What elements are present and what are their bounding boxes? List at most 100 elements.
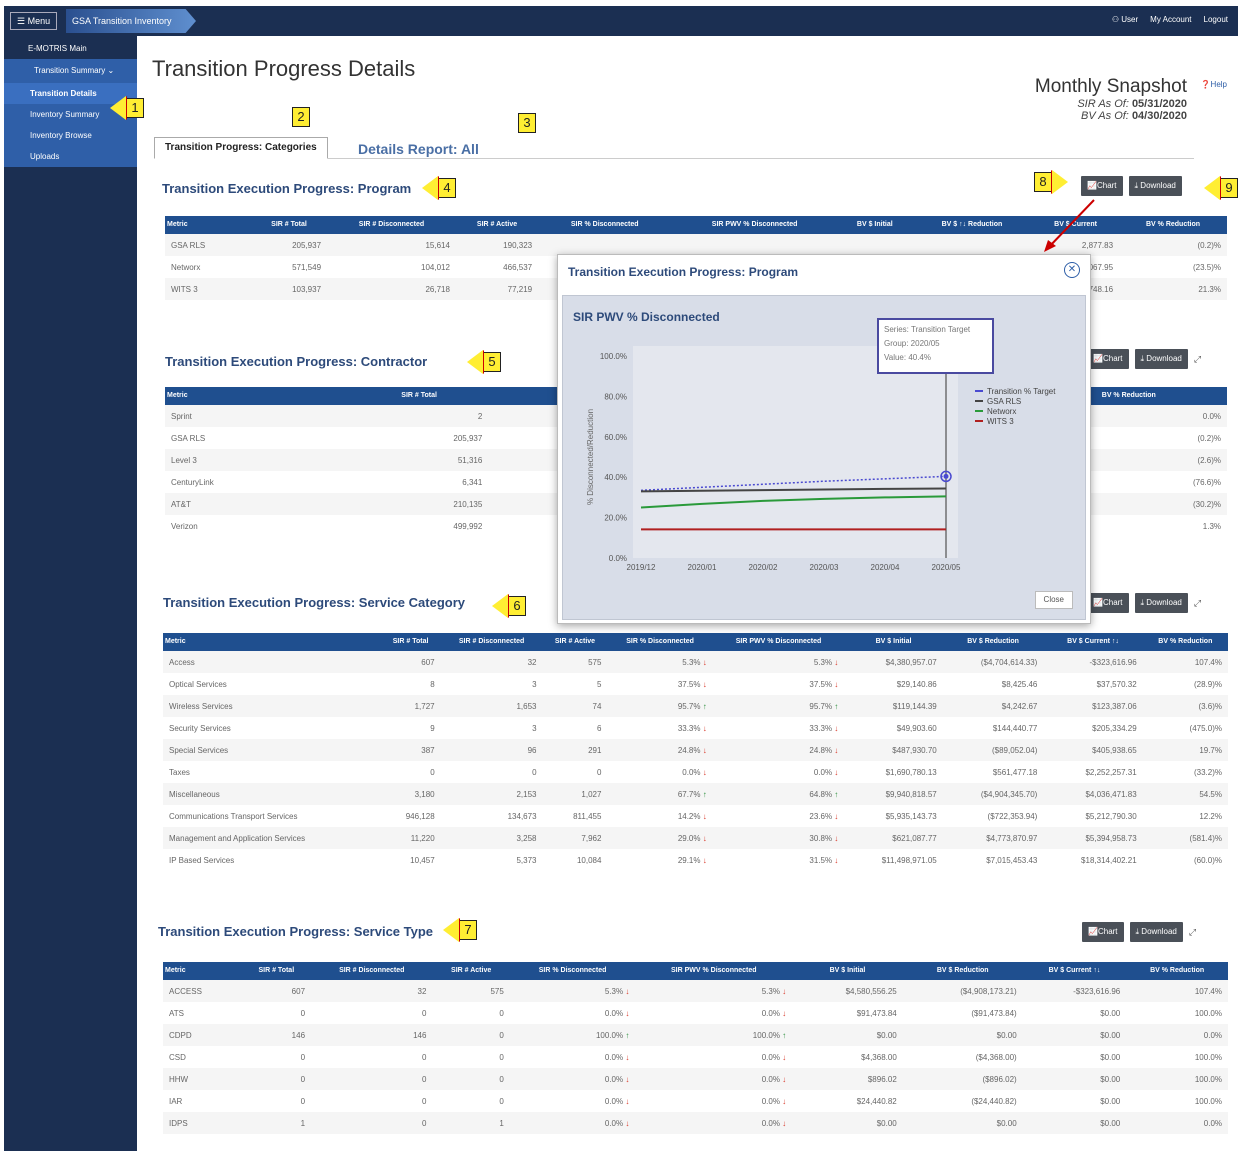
column-header[interactable]: SIR PWV % Disconnected <box>671 216 838 234</box>
table-cell: 0 <box>311 1112 433 1134</box>
column-header[interactable]: SIR # Total <box>241 962 312 980</box>
tab-details-report[interactable]: Details Report: All <box>358 141 479 157</box>
table-cell: 0 <box>499 1008 504 1018</box>
column-header[interactable]: SIR # Disconnected <box>311 962 433 980</box>
column-header[interactable]: SIR PWV % Disconnected <box>712 633 845 651</box>
table-cell: 11,220 <box>380 827 441 849</box>
column-header[interactable]: Metric <box>165 216 251 234</box>
column-header[interactable]: SIR # Active <box>432 962 510 980</box>
table-cell: 12.2% <box>1199 811 1222 821</box>
column-header[interactable]: BV $ Reduction <box>942 633 1044 651</box>
column-header[interactable]: SIR # Active <box>455 216 539 234</box>
table-cell: $896.02 <box>792 1068 903 1090</box>
arrow-down-icon: ↓ <box>700 811 707 821</box>
tab-categories[interactable]: Transition Progress: Categories <box>154 137 328 159</box>
table-cell: (23.5)% <box>1192 262 1221 272</box>
table-cell: $144,440.77 <box>992 723 1038 733</box>
table-cell: 571,549 <box>292 262 322 272</box>
program-download-button[interactable]: ⤓ Download <box>1128 176 1182 196</box>
user-icon: ⚇ <box>1111 15 1122 24</box>
my-account-link[interactable]: My Account <box>1150 15 1191 24</box>
service-type-chart-button[interactable]: 📈Chart <box>1082 922 1124 942</box>
sidebar-item-inventory-browse[interactable]: Inventory Browse <box>4 125 137 146</box>
arrow-down-icon: ↓ <box>832 745 839 755</box>
column-header[interactable]: SIR % Disconnected <box>538 216 672 234</box>
column-header[interactable]: SIR PWV % Disconnected <box>635 962 793 980</box>
column-header[interactable]: SIR % Disconnected <box>607 633 713 651</box>
column-header[interactable]: BV % Reduction <box>1126 962 1228 980</box>
column-header[interactable]: SIR # Total <box>380 633 441 651</box>
arrow-down-icon: ↓ <box>832 679 839 689</box>
column-header[interactable]: BV $ Current ↑↓ <box>1043 633 1143 651</box>
service-type-download-button[interactable]: ⤓ Download <box>1129 922 1183 942</box>
table-cell: ($4,904,345.70) <box>942 783 1044 805</box>
menu-button[interactable]: ☰ Menu <box>10 12 58 30</box>
table-cell: $5,394,958.73 <box>1043 827 1143 849</box>
column-header[interactable]: SIR # Total <box>250 216 328 234</box>
expand-icon[interactable]: ⤢ <box>1189 922 1196 942</box>
expand-icon[interactable]: ⤢ <box>1194 349 1201 369</box>
sidebar-item-main[interactable]: E-MOTRIS Main <box>4 38 137 59</box>
table-cell: 5 <box>596 679 602 689</box>
table-cell: Management and Application Services <box>163 827 381 849</box>
table-cell: (0.2)% <box>1119 234 1227 256</box>
logout-link[interactable]: Logout <box>1204 15 1228 24</box>
table-cell: 7,962 <box>542 827 608 849</box>
column-header[interactable]: BV $ Initial <box>844 633 943 651</box>
modal-close-button[interactable]: Close <box>1034 591 1073 609</box>
column-header[interactable]: BV % Reduction <box>1142 633 1228 651</box>
service-category-chart-button[interactable]: 📈Chart <box>1087 593 1129 613</box>
table-cell: 0.0% ↓ <box>635 1112 793 1134</box>
callout-7: 7 <box>443 918 477 942</box>
column-header[interactable]: SIR # Disconnected <box>440 633 543 651</box>
column-header[interactable]: SIR % Disconnected <box>509 962 636 980</box>
service-category-download-button[interactable]: ⤓ Download <box>1134 593 1188 613</box>
arrow-down-icon: ↓ <box>779 1096 787 1106</box>
table-cell: Optical Services <box>169 679 227 689</box>
arrow-up-icon: ↑ <box>700 789 707 799</box>
contractor-download-button[interactable]: ⤓ Download <box>1134 349 1188 369</box>
column-header[interactable]: SIR # Active <box>542 633 608 651</box>
table-cell: 32 <box>311 980 433 1002</box>
column-header[interactable]: Metric <box>163 633 381 651</box>
help-link[interactable]: ❓Help <box>1201 80 1227 89</box>
contractor-chart-button[interactable]: 📈Chart <box>1087 349 1129 369</box>
callout-5: 5 <box>467 350 501 374</box>
column-header[interactable]: BV % Reduction <box>1119 216 1227 234</box>
column-header[interactable]: Metric <box>165 387 350 405</box>
sidebar-item-uploads[interactable]: Uploads <box>4 146 137 167</box>
arrow-down-icon: ↓ <box>623 1074 630 1084</box>
table-cell: $9,940,818.57 <box>844 783 943 805</box>
table-row: CSD 0 0 0 0.0% ↓ 0.0% ↓ $4,368.00 ($4,368.00) $0… <box>163 1046 1228 1068</box>
chart-tooltip: Series: Transition Target Group: 2020/05… <box>877 318 994 374</box>
table-cell: 9 <box>430 723 435 733</box>
column-header[interactable]: Metric <box>163 962 242 980</box>
table-cell: 205,937 <box>453 433 483 443</box>
expand-icon[interactable]: ⤢ <box>1194 593 1201 613</box>
table-cell: $4,580,556.25 <box>792 980 903 1002</box>
column-header[interactable]: SIR # Total <box>349 387 489 405</box>
table-cell: (3.6)% <box>1142 695 1228 717</box>
column-header[interactable]: BV $ ↑↓ Reduction <box>911 216 1033 234</box>
column-header[interactable]: BV $ Initial <box>837 216 912 234</box>
table-cell: 0.0% <box>1126 1024 1228 1046</box>
app-brand[interactable]: GSA Transition Inventory <box>66 9 196 33</box>
table-cell: $0.00 <box>792 1112 903 1134</box>
arrow-down-icon: ↓ <box>832 767 839 777</box>
contractor-section-title: Transition Execution Progress: Contracto… <box>165 354 428 369</box>
sidebar-item-transition-summary[interactable]: Transition Summary ⌄ <box>4 59 137 83</box>
table-cell: $4,242.67 <box>942 695 1044 717</box>
column-header[interactable]: BV $ Initial <box>792 962 903 980</box>
column-header[interactable]: BV $ Current ↑↓ <box>1022 962 1127 980</box>
arrow-down-icon: ↓ <box>700 657 707 667</box>
close-icon[interactable]: ✕ <box>1064 262 1080 278</box>
table-cell: 499,992 <box>453 521 483 531</box>
column-header[interactable]: BV $ Reduction <box>902 962 1023 980</box>
column-header[interactable]: SIR # Disconnected <box>327 216 456 234</box>
arrow-up-icon: ↑ <box>700 701 707 711</box>
table-cell: CSD <box>169 1052 186 1062</box>
table-cell: $29,140.86 <box>896 679 937 689</box>
user-link[interactable]: ⚇ User <box>1112 15 1138 24</box>
program-chart-button[interactable]: 📈Chart <box>1081 176 1123 196</box>
table-row: IAR 0 0 0 0.0% ↓ 0.0% ↓ $24,440.82 ($24,440.82)… <box>163 1090 1228 1112</box>
